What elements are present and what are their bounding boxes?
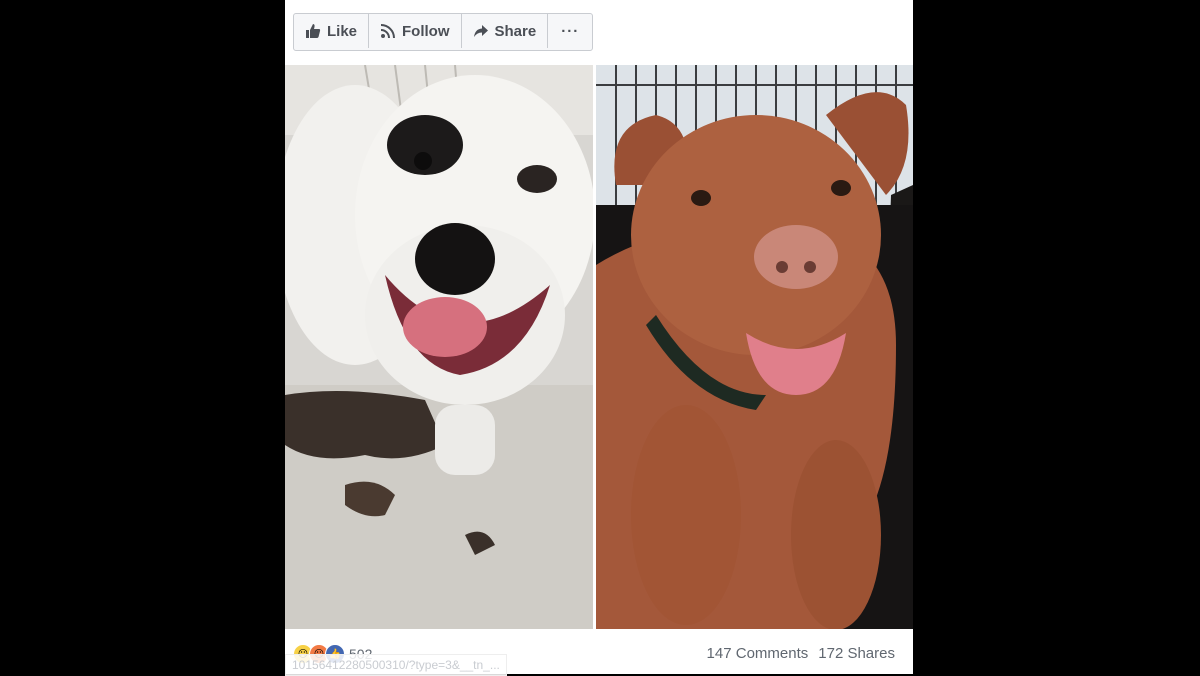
brown-dog-image: [596, 65, 913, 629]
share-button[interactable]: Share: [462, 14, 549, 48]
comments-link[interactable]: 147 Comments: [707, 645, 809, 662]
status-bar-url: 10156412280500310/?type=3&__tn_...: [285, 654, 507, 676]
photo-collage: [285, 65, 913, 629]
share-arrow-icon: [473, 23, 489, 39]
shares-link[interactable]: 172 Shares: [818, 645, 895, 662]
like-label: Like: [327, 22, 358, 40]
more-options-button[interactable]: ···: [548, 14, 592, 48]
engagement-counts: 147 Comments 172 Shares: [707, 645, 895, 662]
post-card: Like Follow Share ··· 10156412280500310/…: [285, 0, 913, 676]
white-dog-image: [285, 65, 593, 629]
thumbs-up-icon: [305, 23, 321, 39]
share-label: Share: [494, 22, 537, 40]
post-action-bar: Like Follow Share ···: [293, 13, 594, 51]
brown-dog-photo[interactable]: [596, 65, 913, 629]
more-label: ···: [561, 22, 580, 40]
white-dog-photo[interactable]: [285, 65, 593, 629]
like-button[interactable]: Like: [294, 14, 370, 48]
follow-label: Follow: [402, 22, 450, 40]
rss-follow-icon: [380, 23, 396, 39]
post-footer: ☹ ☹ 👍 502 10156412280500310/?type=3&__tn…: [285, 634, 913, 676]
follow-button[interactable]: Follow: [369, 14, 462, 48]
